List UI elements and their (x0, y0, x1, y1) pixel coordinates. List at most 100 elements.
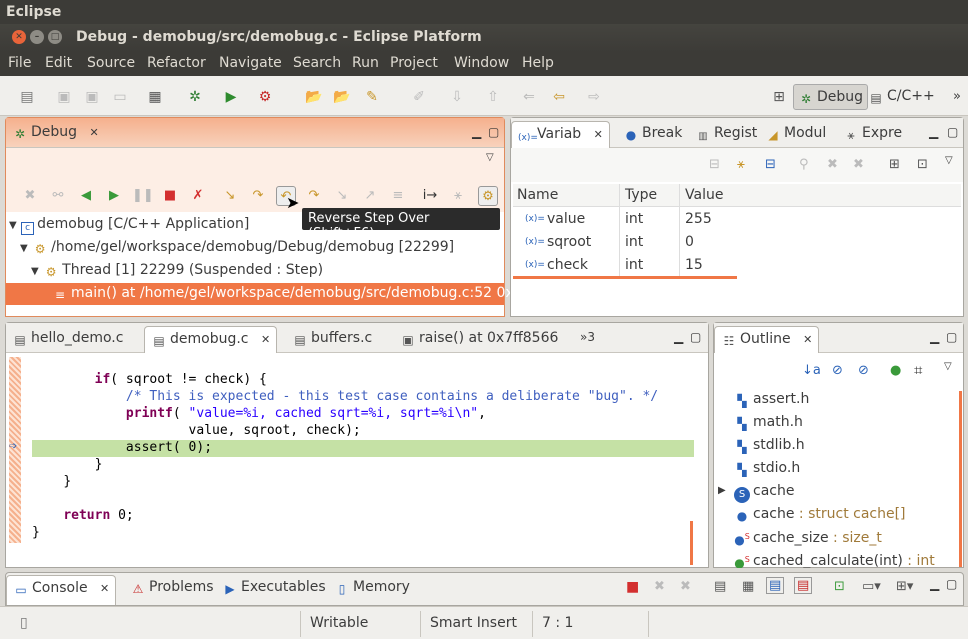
minimize-icon[interactable]: ▁ (929, 125, 938, 139)
close-window-button[interactable]: ✕ (12, 30, 26, 44)
table-row[interactable]: (x)= value int 255 (513, 208, 961, 231)
connect-icon[interactable]: ⚯ (48, 186, 68, 206)
tree-row[interactable]: ▼ ⚙ /home/gel/workspace/demobug/Debug/dem… (6, 237, 504, 259)
open-perspective-icon[interactable]: ⊞ (770, 88, 788, 106)
tree-row[interactable]: ▼ ⚙ Thread [1] 22299 (Suspended : Step) (6, 260, 504, 282)
outline-item[interactable]: ▚ assert.h (734, 391, 809, 409)
perspective-cpp[interactable]: ▤ C/C++ (864, 84, 939, 110)
tab-buffers[interactable]: ▤ buffers.c (286, 326, 378, 353)
reverse-debug-icon[interactable]: ⚹ (448, 186, 468, 206)
terminate-icon[interactable]: ■ (160, 186, 180, 206)
code-line[interactable]: } (32, 457, 103, 472)
maximize-icon[interactable]: ▢ (690, 330, 701, 344)
menu-help[interactable]: Help (522, 55, 554, 71)
menu-file[interactable]: File (8, 55, 31, 71)
column-header-type[interactable]: Type (625, 187, 657, 203)
tab-raise[interactable]: ▣ raise() at 0x7ff8566 (394, 326, 564, 353)
tab-outline[interactable]: ☷ Outline ✕ (714, 326, 820, 353)
view-menu-icon[interactable]: ▽ (944, 361, 952, 372)
print-icon[interactable]: ▭ (111, 88, 129, 106)
maximize-icon[interactable]: ▢ (947, 125, 958, 139)
brush-icon[interactable]: ✎ (363, 88, 381, 106)
hide-static-icon[interactable]: ⊘ (858, 363, 869, 378)
open-project-icon[interactable]: 📂 (333, 88, 351, 106)
menu-source[interactable]: Source (87, 55, 135, 71)
tab-memory[interactable]: ▯ Memory (328, 575, 416, 602)
toggle-reverse-icon[interactable]: ⚙ (478, 186, 498, 206)
display-console-icon[interactable]: ▭▾ (862, 579, 881, 594)
view-menu-icon[interactable]: ▽ (486, 152, 494, 163)
column-header-name[interactable]: Name (517, 187, 558, 203)
pin-console-icon[interactable]: ⊡ (834, 579, 845, 594)
collapse-icon[interactable]: ⊟ (765, 157, 776, 172)
expand-icon[interactable]: ▶ (718, 485, 726, 496)
scroll-lock-icon[interactable]: ▦ (742, 579, 754, 594)
new-view-icon[interactable]: ⊞ (889, 157, 900, 172)
group-icon[interactable]: ⌗ (914, 361, 922, 379)
vertical-scrollbar[interactable] (690, 521, 693, 565)
close-icon[interactable]: ✕ (594, 128, 603, 141)
outline-item[interactable]: ●S cached_calculate(int) : int (734, 552, 935, 568)
expand-icon[interactable]: ▼ (9, 220, 17, 231)
step-filters-icon[interactable]: ↗ (360, 186, 380, 206)
pin-icon[interactable]: ✐ (410, 88, 428, 106)
remove-terminated-icon[interactable]: ✖ (20, 186, 40, 206)
tab-executables[interactable]: ▶ Executables (216, 575, 332, 602)
collapse-all-icon[interactable]: ⊟ (709, 157, 720, 172)
menu-window[interactable]: Window (454, 55, 509, 71)
menu-refactor[interactable]: Refactor (147, 55, 206, 71)
prev-annotation-icon[interactable]: ⇧ (484, 88, 502, 106)
terminate-icon[interactable]: ■ (626, 579, 639, 595)
tree-row-selected[interactable]: ≡ main() at /home/gel/workspace/demobug/s… (6, 283, 514, 305)
last-edit-icon[interactable]: ⇐ (520, 88, 538, 106)
menu-project[interactable]: Project (390, 55, 438, 71)
drop-to-frame-icon[interactable]: ↘ (332, 186, 352, 206)
remove-all-icon[interactable]: ✖ (680, 579, 691, 594)
tab-demobug[interactable]: ▤ demobug.c ✕ (144, 326, 278, 353)
forward-icon[interactable]: ⇨ (585, 88, 603, 106)
code-line[interactable]: } (32, 474, 71, 489)
minimize-icon[interactable]: ▁ (472, 125, 481, 139)
tab-registers[interactable]: ▥ Regist (689, 121, 763, 148)
more-perspectives-icon[interactable]: » (948, 88, 966, 106)
outline-item[interactable]: ●S cache_size : size_t (734, 529, 882, 547)
show-stdout-icon[interactable]: ▤ (766, 577, 785, 594)
code-line[interactable]: printf( "value=%i, cached sqrt=%i, sqrt=… (32, 406, 486, 421)
hide-nonpublic-icon[interactable]: ● (890, 363, 901, 378)
close-icon[interactable]: ✕ (803, 333, 812, 346)
minimize-window-button[interactable]: – (30, 30, 44, 44)
debug-run-icon[interactable]: ✲ (186, 88, 204, 106)
tab-breakpoints[interactable]: ● Break (617, 121, 688, 148)
step-into-icon[interactable]: ↘ (220, 186, 240, 206)
tab-hello-demo[interactable]: ▤ hello_demo.c (6, 326, 129, 353)
remove-launch-icon[interactable]: ✖ (654, 579, 665, 594)
use-step-filters-icon[interactable]: i→ (420, 186, 440, 206)
tab-modules[interactable]: ◢ Modul (759, 121, 832, 148)
external-tools-icon[interactable]: ⚙ (256, 88, 274, 106)
code-line[interactable]: /* This is expected - this test case con… (32, 389, 658, 404)
instruction-stepping-icon[interactable]: ≡ (388, 186, 408, 206)
disconnect-icon[interactable]: ✗ (188, 186, 208, 206)
table-row[interactable]: (x)= sqroot int 0 (513, 231, 961, 254)
minimize-icon[interactable]: ▁ (930, 330, 939, 344)
expand-icon[interactable]: ▼ (31, 266, 39, 277)
run-icon[interactable]: ▶ (222, 88, 240, 106)
code-line[interactable]: if( sqroot != check) { (32, 372, 267, 387)
minimize-icon[interactable]: ▁ (930, 577, 939, 591)
close-icon[interactable]: ✕ (100, 582, 109, 595)
code-line[interactable]: assert( 0); (32, 440, 212, 455)
perspective-debug[interactable]: ✲ Debug (793, 84, 869, 110)
save-all-icon[interactable]: ▣ (83, 88, 101, 106)
outline-item[interactable]: ● cache : struct cache[] (734, 506, 906, 524)
maximize-icon[interactable]: ▢ (488, 125, 499, 139)
remove-all-icon[interactable]: ✖ (853, 157, 864, 172)
binary-icon[interactable]: ▦ (146, 88, 164, 106)
menu-navigate[interactable]: Navigate (219, 55, 282, 71)
show-type-names-icon[interactable]: ⚹ (737, 157, 745, 172)
maximize-icon[interactable]: ▢ (946, 577, 957, 591)
select-all-icon[interactable]: ⚲ (799, 157, 809, 172)
step-return-icon[interactable]: ↷ (304, 186, 324, 206)
maximize-window-button[interactable]: □ (48, 30, 62, 44)
tab-debug[interactable]: ✲ Debug ✕ (6, 120, 105, 147)
tab-variables[interactable]: (x)=Variab ✕ (511, 121, 610, 148)
